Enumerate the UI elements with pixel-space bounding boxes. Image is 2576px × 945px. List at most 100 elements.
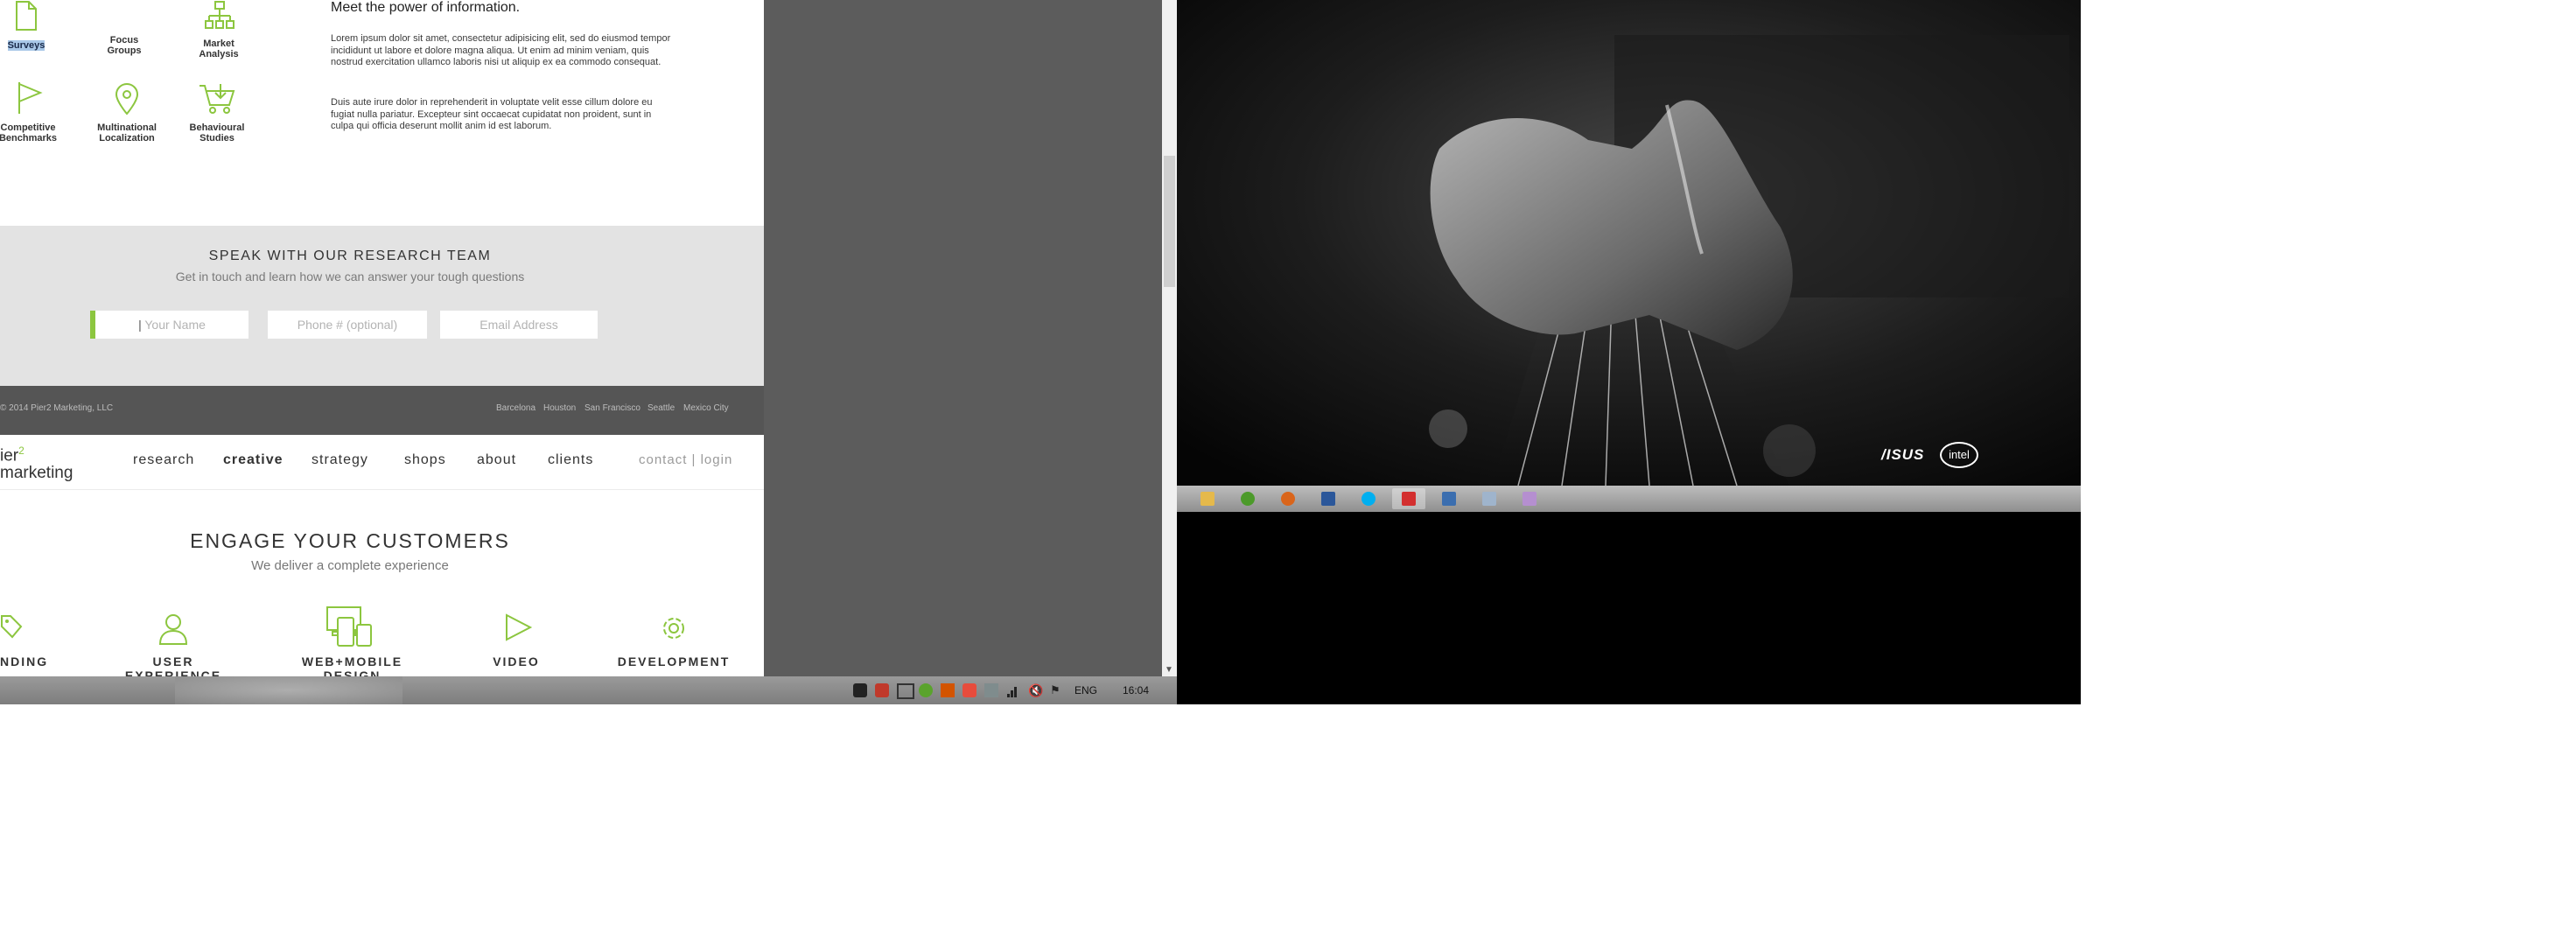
intel-logo: intel — [1940, 442, 1978, 468]
name-field[interactable]: | Your Name — [95, 311, 248, 339]
engage-title: ENGAGE YOUR CUSTOMERS — [190, 529, 510, 552]
service-market-analysis[interactable]: Market Analysis — [192, 0, 245, 61]
taskbar-evernote[interactable] — [1231, 488, 1264, 509]
location-pin-icon — [115, 83, 139, 116]
service-behavioural-studies[interactable]: Behavioural Studies — [182, 80, 252, 146]
vertical-scrollbar[interactable] — [1162, 0, 1177, 680]
service-multinational-localization[interactable]: Multinational Localization — [88, 80, 166, 146]
notepad-icon — [1482, 492, 1496, 506]
acrobat-icon — [1402, 492, 1416, 506]
services-heading: Meet the power of information. — [331, 0, 521, 15]
taskbar-skype[interactable] — [1352, 488, 1385, 509]
taskbar-word[interactable] — [1312, 488, 1345, 509]
tray-app-icon[interactable] — [919, 683, 933, 697]
service-label: Behavioural Studies — [189, 122, 245, 144]
feature-user-experience[interactable]: USER EXPERIENCE — [103, 611, 243, 676]
footer-city-link[interactable]: San Francisco — [584, 403, 640, 413]
feature-label: NDING — [0, 654, 49, 668]
user-icon — [158, 614, 188, 645]
footer-city-link[interactable]: Barcelona — [496, 403, 536, 413]
taskbar-explorer[interactable] — [1191, 488, 1224, 509]
file-explorer-icon — [1200, 492, 1214, 506]
service-label: Competitive Benchmarks — [0, 122, 58, 144]
right-taskbar — [1177, 486, 2081, 512]
word-icon — [1321, 492, 1335, 506]
feature-label: USER EXPERIENCE — [124, 654, 222, 676]
volume-muted-icon[interactable]: 🔇 — [1028, 683, 1043, 697]
left-taskbar: 🔇 ⚑ ENG 16:04 — [0, 676, 1177, 704]
taskbar-acrobat[interactable] — [1392, 488, 1425, 509]
browser-webpage: Surveys Focus Groups Market Analysis Com… — [0, 0, 764, 676]
shopping-cart-icon — [200, 84, 235, 114]
footer-city-link[interactable]: Mexico City — [683, 403, 729, 413]
feature-label: VIDEO — [493, 654, 540, 668]
tray-app-icon[interactable] — [941, 683, 955, 697]
service-label: Focus Groups — [107, 35, 142, 56]
nav-research[interactable]: research — [133, 452, 194, 468]
paint-icon — [1522, 492, 1536, 506]
nav-strategy[interactable]: strategy — [312, 452, 368, 468]
service-label: Multinational Localization — [97, 122, 157, 144]
guitar-wallpaper: /ISUS intel — [1177, 0, 2081, 486]
taskbar-notepad[interactable] — [1473, 488, 1506, 509]
phone-field[interactable]: Phone # (optional) — [268, 311, 427, 339]
virtualbox-icon — [1442, 492, 1456, 506]
contact-title: SPEAK WITH OUR RESEARCH TEAM — [208, 248, 492, 263]
tray-app-icon[interactable] — [853, 683, 867, 697]
services-paragraph-2: Duis aute irure dolor in reprehenderit i… — [331, 97, 653, 131]
play-icon — [506, 613, 533, 641]
taskbar-virtualbox[interactable] — [1432, 488, 1466, 509]
clock[interactable]: 16:04 — [1123, 684, 1149, 696]
tray-network-icon[interactable] — [984, 683, 998, 697]
footer-bar: © 2014 Pier2 Marketing, LLC Barcelona Ho… — [0, 386, 764, 435]
main-navigation: ier2 marketing research creative strateg… — [0, 435, 764, 490]
footer-city-link[interactable]: Seattle — [648, 403, 675, 413]
service-label: Market Analysis — [199, 38, 239, 60]
asus-logo: /ISUS — [1881, 446, 1925, 463]
service-focus-groups[interactable]: Focus Groups — [98, 35, 150, 56]
tray-app-icon[interactable] — [875, 683, 889, 697]
feature-development[interactable]: DEVELOPMENT — [612, 611, 735, 672]
document-icon — [16, 1, 37, 31]
contact-section: SPEAK WITH OUR RESEARCH TEAM Get in touc… — [0, 226, 764, 386]
contact-login-link[interactable]: contact | login — [639, 452, 732, 467]
footer-city-link[interactable]: Houston — [543, 403, 576, 413]
right-monitor: /ISUS intel — [1177, 0, 2081, 704]
nav-clients[interactable]: clients — [548, 452, 593, 468]
feature-branding[interactable]: NDING — [0, 611, 52, 672]
scroll-down-arrow-icon[interactable]: ▼ — [1165, 665, 1173, 675]
evernote-icon — [1241, 492, 1255, 506]
feature-video[interactable]: VIDEO — [477, 611, 556, 672]
guitar-photo — [1177, 0, 2081, 486]
nav-shops[interactable]: shops — [404, 452, 446, 468]
feature-web-mobile-design[interactable]: WEB+MOBILE DESIGN — [271, 606, 433, 676]
service-label: Surveys — [7, 40, 46, 51]
site-logo[interactable]: ier2 marketing — [0, 442, 73, 482]
language-indicator[interactable]: ENG — [1074, 684, 1097, 696]
engage-subtitle: We deliver a complete experience — [251, 558, 449, 573]
skype-icon — [1362, 492, 1376, 506]
service-competitive-benchmarks[interactable]: Competitive Benchmarks — [0, 80, 61, 146]
scrollbar-thumb[interactable] — [1164, 156, 1175, 287]
devices-icon — [326, 606, 372, 647]
services-paragraph-1: Lorem ipsum dolor sit amet, consectetur … — [331, 33, 671, 67]
taskbar-paint[interactable] — [1513, 488, 1546, 509]
email-field[interactable]: Email Address — [440, 311, 598, 339]
feature-label: DEVELOPMENT — [617, 654, 731, 668]
signal-icon[interactable] — [1006, 683, 1020, 697]
logo-text: ier — [0, 446, 19, 466]
logo-superscript: 2 — [18, 444, 24, 457]
copyright: © 2014 Pier2 Marketing, LLC — [0, 403, 114, 413]
nav-creative[interactable]: creative — [223, 452, 284, 468]
tag-icon — [1, 615, 23, 639]
action-center-flag-icon[interactable]: ⚑ — [1050, 683, 1064, 697]
taskbar-blur — [175, 676, 402, 704]
logo-subtext: marketing — [0, 464, 74, 483]
tray-app-icon[interactable] — [962, 683, 976, 697]
flag-icon — [18, 82, 43, 114]
gear-icon — [663, 618, 684, 639]
taskbar-firefox[interactable] — [1271, 488, 1305, 509]
tray-display-icon[interactable] — [897, 683, 914, 699]
nav-about[interactable]: about — [477, 452, 516, 468]
service-surveys[interactable]: Surveys — [7, 0, 46, 52]
